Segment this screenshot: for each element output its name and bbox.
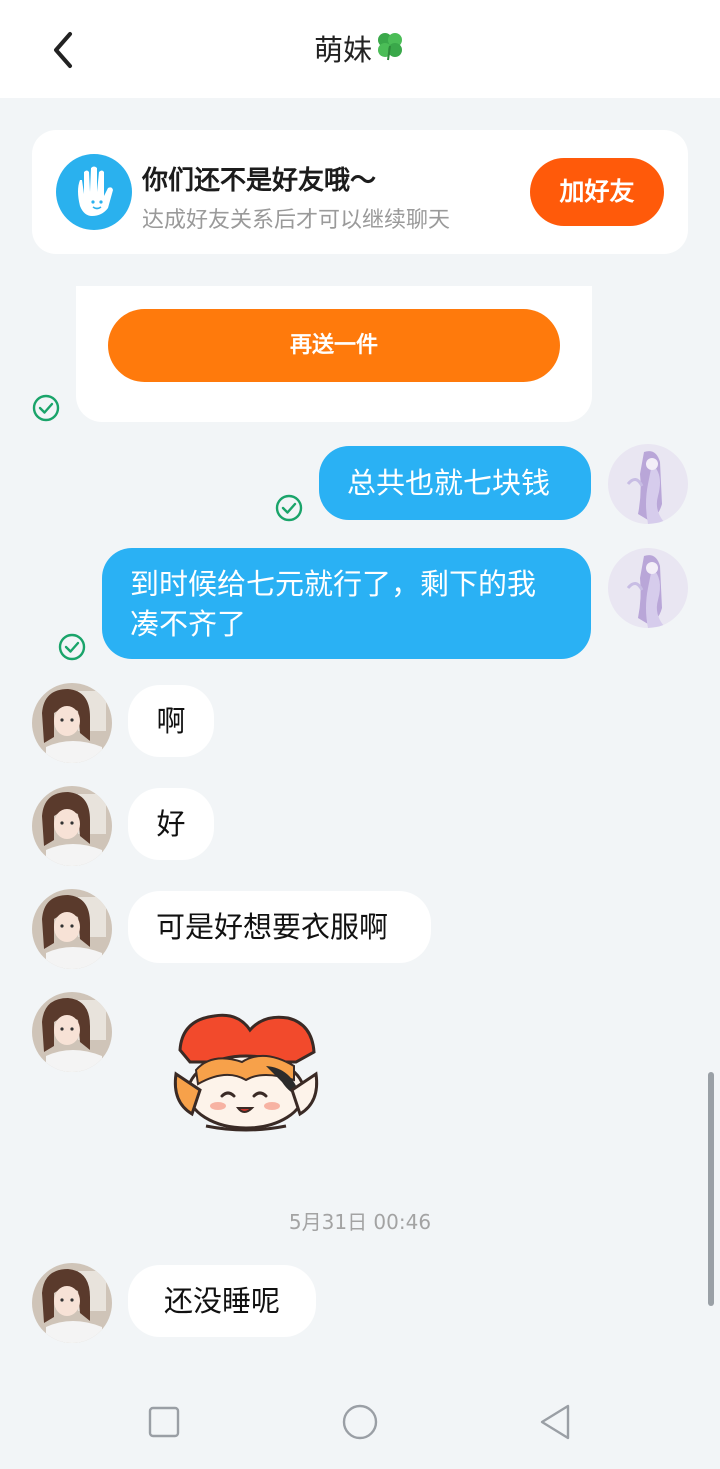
message-bubble-incoming[interactable]: 好	[128, 788, 214, 860]
message-text: 到时候给七元就行了，剩下的我凑不齐了	[130, 567, 537, 641]
message-text: 总共也就七块钱	[347, 466, 551, 500]
contact-avatar[interactable]	[32, 786, 112, 866]
contact-avatar[interactable]	[32, 683, 112, 763]
not-friend-banner: 你们还不是好友哦～ 达成好友关系后才可以继续聊天 加好友	[32, 130, 688, 254]
message-bubble-incoming[interactable]: 可是好想要衣服啊	[128, 891, 431, 963]
message-bubble-incoming[interactable]: 还没睡呢	[128, 1265, 316, 1337]
my-avatar[interactable]	[608, 548, 688, 628]
message-text: 可是好想要衣服啊	[156, 910, 389, 944]
message-bubble-incoming[interactable]: 啊	[128, 685, 214, 757]
scrollbar[interactable]	[708, 1072, 714, 1306]
waving-hand-icon	[56, 154, 132, 230]
sent-check-icon	[58, 633, 86, 661]
gift-card: 再送一件	[76, 286, 592, 422]
banner-subtitle: 达成好友关系后才可以继续聊天	[142, 208, 451, 233]
contact-avatar[interactable]	[32, 1263, 112, 1343]
system-navigation-bar	[0, 1372, 720, 1469]
square-recents-icon[interactable]	[148, 1406, 180, 1438]
circle-home-icon[interactable]	[341, 1403, 379, 1441]
sent-check-icon	[32, 394, 60, 422]
chat-title: 萌妹	[0, 28, 720, 74]
contact-name: 萌妹	[313, 33, 372, 67]
message-text: 好	[156, 807, 186, 841]
four-leaf-clover-icon	[374, 30, 406, 74]
contact-avatar[interactable]	[32, 992, 112, 1072]
message-bubble-outgoing[interactable]: 总共也就七块钱	[319, 446, 591, 520]
message-timestamp: 5月31日 00:46	[288, 1210, 432, 1234]
banner-title: 你们还不是好友哦～	[142, 166, 377, 196]
send-again-button[interactable]: 再送一件	[108, 309, 560, 382]
message-text: 啊	[156, 704, 186, 738]
contact-avatar[interactable]	[32, 889, 112, 969]
top-bar: 萌妹	[0, 0, 720, 98]
message-text: 还没睡呢	[163, 1284, 280, 1318]
message-bubble-outgoing[interactable]: 到时候给七元就行了，剩下的我凑不齐了	[102, 548, 591, 659]
triangle-back-icon[interactable]	[538, 1403, 574, 1441]
sent-check-icon	[275, 494, 303, 522]
cartoon-sticker-icon[interactable]	[166, 1010, 326, 1134]
my-avatar[interactable]	[608, 444, 688, 524]
add-friend-button[interactable]: 加好友	[530, 158, 664, 226]
